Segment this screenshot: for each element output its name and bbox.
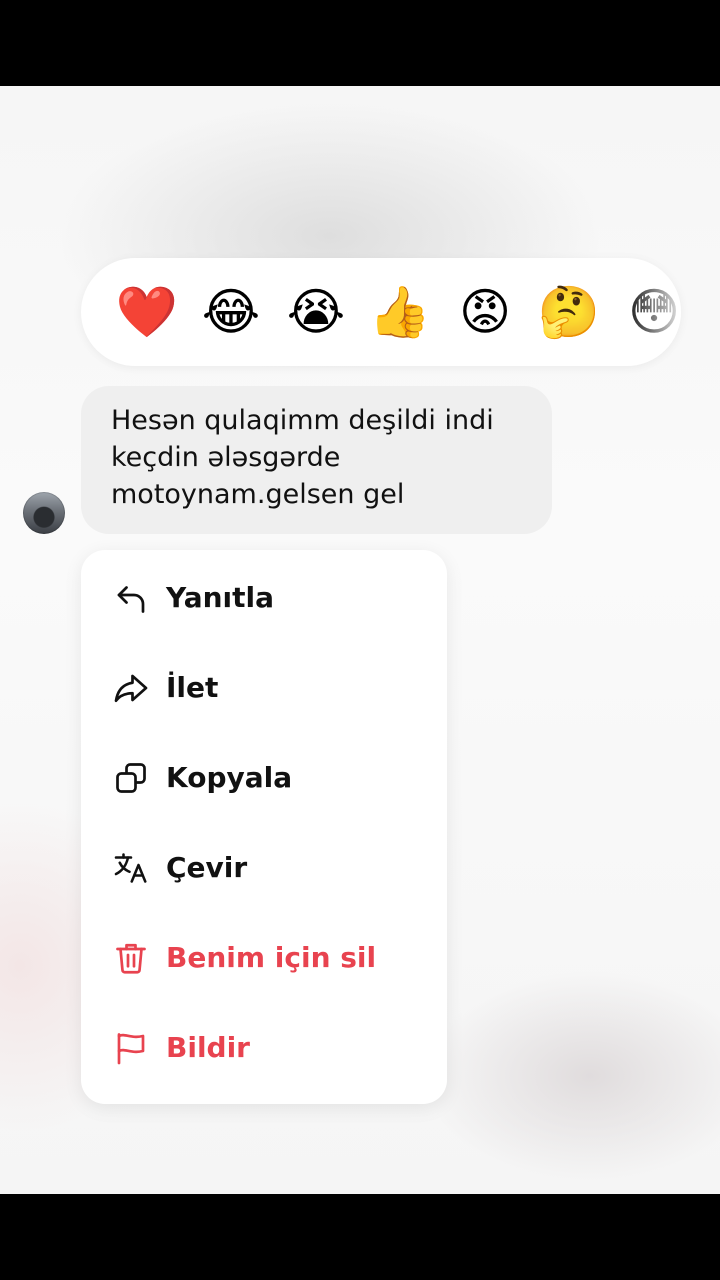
menu-item-label: Çevir [166, 851, 248, 884]
menu-item-label: Yanıtla [166, 581, 275, 614]
trash-icon [113, 940, 149, 976]
reaction-loudly-crying[interactable]: 😭 [284, 280, 348, 344]
reaction-red-heart[interactable]: ❤️ [115, 280, 179, 344]
message-context-menu: Yanıtla İlet Kopyala Çevir Benim için si… [81, 550, 447, 1104]
message-text-line: Hesən qulaqimm deşildi indi [111, 405, 494, 436]
menu-item-report[interactable]: Bildir [81, 1000, 447, 1090]
reaction-thinking-face[interactable]: 🤔 [537, 280, 601, 344]
menu-item-label: Bildir [166, 1031, 250, 1064]
message-text-line: keçdin ələsgərde [111, 442, 341, 473]
flag-icon [113, 1030, 149, 1066]
screen: ❤️ 😂 😭 👍 😡 🤔 😳 Hesən qulaqimm deşildi in… [0, 86, 720, 1194]
menu-item-forward[interactable]: İlet [81, 640, 447, 730]
reaction-thumbs-up[interactable]: 👍 [368, 280, 432, 344]
copy-icon [113, 760, 149, 796]
translate-icon [113, 850, 149, 886]
forward-icon [113, 670, 149, 706]
sender-avatar[interactable] [23, 492, 65, 534]
menu-item-delete-for-me[interactable]: Benim için sil [81, 910, 447, 1000]
menu-item-label: Benim için sil [166, 941, 377, 974]
menu-item-copy[interactable]: Kopyala [81, 730, 447, 820]
reaction-bar: ❤️ 😂 😭 👍 😡 🤔 😳 [81, 258, 681, 366]
message-text-line: motoynam.gelsen gel [111, 479, 405, 510]
menu-item-translate[interactable]: Çevir [81, 820, 447, 910]
reaction-flushed-face[interactable]: 😳 [622, 280, 681, 344]
reply-icon [113, 580, 149, 616]
menu-item-label: Kopyala [166, 761, 293, 794]
message-bubble[interactable]: Hesən qulaqimm deşildi indi keçdin ələsg… [81, 386, 552, 534]
reaction-tears-of-joy[interactable]: 😂 [199, 280, 263, 344]
menu-item-reply[interactable]: Yanıtla [81, 550, 447, 640]
menu-item-label: İlet [166, 671, 219, 704]
reaction-angry-face[interactable]: 😡 [453, 280, 517, 344]
